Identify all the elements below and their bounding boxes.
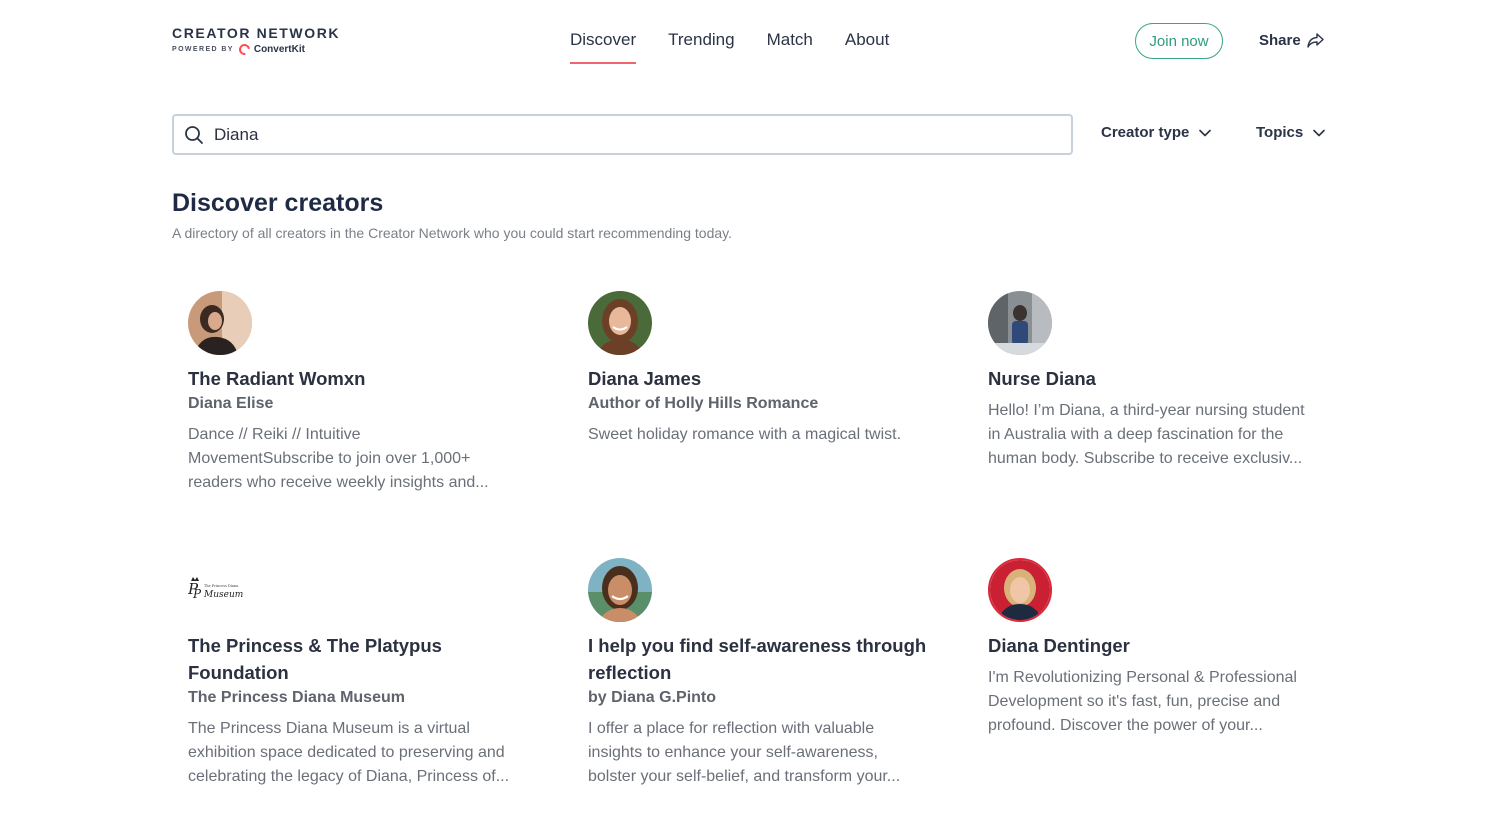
nav-discover[interactable]: Discover — [570, 30, 637, 64]
card-title: Diana James — [588, 368, 702, 389]
convertkit-name: ConvertKit — [253, 44, 305, 55]
card-description: I'm Revolutionizing Personal & Professio… — [988, 669, 1297, 734]
brand-title: CREATOR NETWORK — [172, 25, 341, 41]
card-author: The Princess Diana Museum — [188, 689, 405, 706]
creator-type-dropdown[interactable]: Creator type — [1101, 124, 1212, 141]
card-description: Dance // Reiki // Intuitive MovementSubs… — [188, 426, 489, 491]
site-header: CREATOR NETWORK POWERED BY ConvertKit Di… — [0, 0, 1512, 82]
nav-match[interactable]: Match — [767, 30, 813, 64]
creator-card[interactable]: I help you find self-awareness through r… — [588, 558, 933, 789]
card-title: Nurse Diana — [988, 368, 1096, 389]
card-author: by Diana G.Pinto — [588, 689, 717, 706]
card-description: I offer a place for reflection with valu… — [588, 720, 901, 785]
topics-dropdown[interactable]: Topics — [1256, 124, 1326, 141]
svg-text:Museum: Museum — [203, 590, 243, 600]
share-label: Share — [1259, 32, 1301, 49]
brand-logo[interactable]: CREATOR NETWORK POWERED BY ConvertKit — [172, 25, 341, 58]
card-description: Hello! I’m Diana, a third-year nursing s… — [988, 402, 1305, 467]
creator-card[interactable]: P P The Princess Diana Museum The Prince… — [188, 558, 533, 789]
share-button[interactable]: Share — [1259, 32, 1324, 49]
creator-card[interactable]: The Radiant Womxn Diana Elise Dance // R… — [188, 291, 533, 495]
svg-text:P: P — [192, 587, 202, 601]
search-box — [172, 114, 1073, 155]
powered-by-label: POWERED BY — [172, 46, 234, 53]
avatar — [988, 291, 1052, 355]
card-title: I help you find self-awareness through r… — [588, 635, 927, 683]
avatar — [188, 291, 252, 355]
search-input[interactable] — [214, 124, 1034, 145]
page-title: Discover creators — [172, 189, 384, 217]
avatar — [588, 558, 652, 622]
creator-card[interactable]: Diana James Author of Holly Hills Romanc… — [588, 291, 933, 447]
page-subtitle: A directory of all creators in the Creat… — [172, 225, 732, 241]
topics-label: Topics — [1256, 124, 1304, 141]
nav-trending[interactable]: Trending — [668, 30, 734, 64]
avatar — [988, 558, 1052, 622]
creator-card[interactable]: Diana Dentinger I'm Revolutionizing Pers… — [988, 558, 1333, 738]
search-icon — [185, 125, 203, 144]
brand-powered-by: POWERED BY ConvertKit — [172, 41, 340, 58]
card-author: Author of Holly Hills Romance — [588, 395, 819, 412]
svg-text:The Princess Diana: The Princess Diana — [204, 584, 238, 588]
card-title: The Princess & The Platypus Foundation — [188, 635, 442, 683]
card-description: The Princess Diana Museum is a virtual e… — [188, 720, 510, 785]
creator-type-label: Creator type — [1101, 124, 1190, 141]
creator-card[interactable]: Nurse Diana Hello! I’m Diana, a third-ye… — [988, 291, 1333, 471]
avatar — [588, 291, 652, 355]
chevron-down-icon — [1313, 129, 1326, 136]
card-description: Sweet holiday romance with a magical twi… — [588, 426, 902, 443]
main-nav: Discover Trending Match About — [570, 30, 889, 64]
card-title: The Radiant Womxn — [188, 368, 366, 389]
share-icon — [1307, 33, 1324, 48]
card-author: Diana Elise — [188, 395, 274, 412]
nav-about[interactable]: About — [845, 30, 889, 64]
join-now-button[interactable]: Join now — [1135, 23, 1223, 59]
chevron-down-icon — [1199, 129, 1212, 136]
museum-logo: P P The Princess Diana Museum — [188, 558, 252, 622]
card-title: Diana Dentinger — [988, 635, 1130, 656]
convertkit-logo-icon — [236, 41, 253, 58]
